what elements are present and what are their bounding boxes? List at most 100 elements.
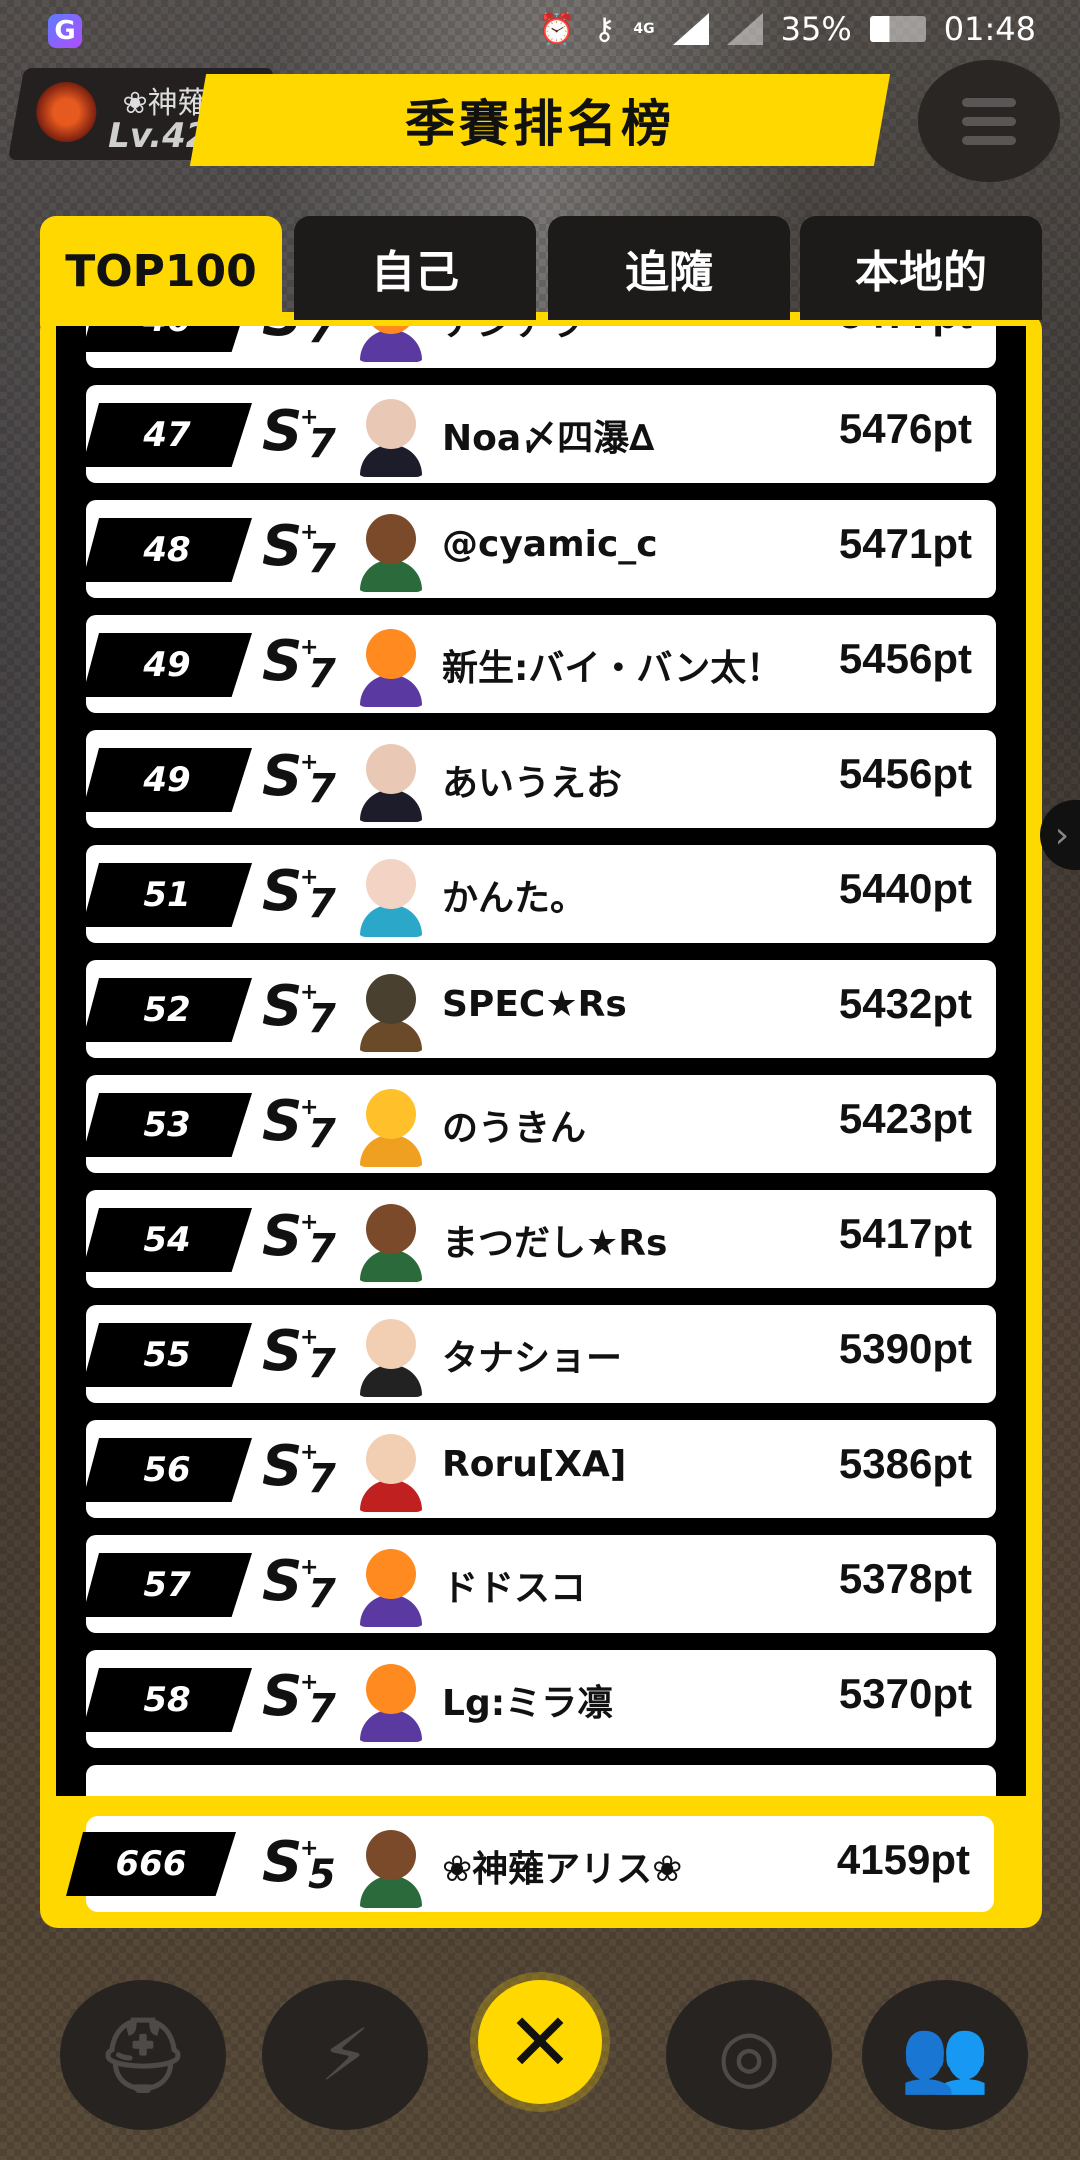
grade-badge: S + 7 <box>262 974 346 1044</box>
ranking-tabs: TOP100 自己 追隨 本地的 <box>40 216 1042 326</box>
menu-icon <box>962 136 1016 145</box>
menu-icon <box>962 98 1016 107</box>
ranking-row[interactable]: 46 S + 7 アンチラ 5477pt <box>82 326 996 368</box>
self-ranking-row[interactable]: 666 S + 5 ❀神薙アリス❀ 4159pt <box>66 1816 994 1912</box>
grade-number: 7 <box>308 881 336 927</box>
ranking-row[interactable]: 58 S + 7 Lg:ミラ凛 5370pt <box>82 1650 996 1748</box>
runner-icon: ⚡ <box>319 2013 371 2097</box>
player-name: かんた。 <box>442 878 587 919</box>
nav-runner-button[interactable]: ⚡ <box>262 1980 428 2130</box>
rank-number: 46 <box>82 326 252 352</box>
grade-badge: S + 7 <box>262 1664 346 1734</box>
grade-letter: S <box>262 629 302 694</box>
ranking-row-partial[interactable] <box>86 1765 996 1796</box>
menu-icon <box>962 117 1016 126</box>
ranking-row[interactable]: 54 S + 7 まつだし★Rs 5417pt <box>82 1190 996 1288</box>
grade-letter: S <box>262 399 302 464</box>
team-icon: 👥 <box>900 2012 990 2097</box>
ranking-row[interactable]: 48 S + 7 @cyamic_c 5471pt <box>82 500 996 598</box>
player-name: ドドスコ <box>442 1568 587 1609</box>
grade-letter: S <box>262 974 302 1039</box>
ranking-list[interactable]: 46 S + 7 アンチラ 5477pt 47 S + 7 Noa〆四瀑∆ 54… <box>56 326 1026 1796</box>
grade-letter: S <box>262 1830 302 1895</box>
grade-badge: S + 7 <box>262 1089 346 1159</box>
grade-number: 7 <box>308 1111 336 1157</box>
grade-number: 7 <box>308 1456 336 1502</box>
key-icon: ⚷ <box>593 11 616 47</box>
rank-number: 666 <box>66 1832 236 1896</box>
grade-number: 7 <box>308 1686 336 1732</box>
player-name: まつだし★Rs <box>442 1223 668 1264</box>
player-name: Roru[XA] <box>442 1444 627 1485</box>
ranking-row[interactable]: 49 S + 7 あいうえお 5456pt <box>82 730 996 828</box>
ranking-row[interactable]: 52 S + 7 SPEC★Rs 5432pt <box>82 960 996 1058</box>
ranking-row[interactable]: 57 S + 7 ドドスコ 5378pt <box>82 1535 996 1633</box>
grade-number: 7 <box>308 1226 336 1272</box>
signal-icon <box>672 13 709 45</box>
close-button[interactable]: ✕ <box>478 1980 602 2104</box>
grade-letter: S <box>262 859 302 924</box>
player-name: あいうえお <box>442 763 623 804</box>
ranking-row[interactable]: 51 S + 7 かんた。 5440pt <box>82 845 996 943</box>
rank-number: 49 <box>82 748 252 812</box>
grade-badge: S + 7 <box>262 629 346 699</box>
avatar <box>356 326 426 362</box>
grade-badge: S + 7 <box>262 1549 346 1619</box>
grade-letter: S <box>262 1549 302 1614</box>
avatar <box>356 1428 426 1512</box>
grade-letter: S <box>262 1319 302 1384</box>
network-type: 4G <box>633 21 655 37</box>
grade-badge: S + 7 <box>262 1204 346 1274</box>
grade-badge: S + 7 <box>262 859 346 929</box>
grade-number: 7 <box>308 766 336 812</box>
ranking-row[interactable]: 56 S + 7 Roru[XA] 5386pt <box>82 1420 996 1518</box>
rank-number: 57 <box>82 1553 252 1617</box>
nav-weapon-button[interactable]: ◎ <box>666 1980 832 2130</box>
menu-button[interactable] <box>918 60 1060 182</box>
player-name: タナショー <box>442 1338 623 1379</box>
ranking-row[interactable]: 55 S + 7 タナショー 5390pt <box>82 1305 996 1403</box>
avatar <box>356 738 426 822</box>
close-icon: ✕ <box>506 1995 574 2089</box>
player-score: 5440pt <box>838 865 972 912</box>
nav-helmet-button[interactable]: ⛑ <box>60 1980 226 2130</box>
player-name: @cyamic_c <box>442 524 658 565</box>
battery-icon <box>869 16 926 42</box>
page-title: 季賽排名榜 <box>405 95 675 153</box>
player-score: 5378pt <box>838 1555 972 1602</box>
signal-secondary-icon <box>726 13 763 45</box>
player-name: 新生:バイ・バン太！ <box>442 648 783 689</box>
player-score: 5417pt <box>838 1210 972 1257</box>
tab-top100[interactable]: TOP100 <box>40 216 282 326</box>
player-score: 5390pt <box>838 1325 972 1372</box>
ranking-row[interactable]: 53 S + 7 のうきん 5423pt <box>82 1075 996 1173</box>
helmet-icon: ⛑ <box>97 2012 189 2097</box>
avatar <box>356 853 426 937</box>
grade-badge: S + 7 <box>262 399 346 469</box>
battery-percent: 35% <box>780 10 852 48</box>
alarm-icon: ⏰ <box>538 11 576 47</box>
grade-letter: S <box>262 744 302 809</box>
player-score: 5456pt <box>838 750 972 797</box>
rank-number: 58 <box>82 1668 252 1732</box>
grade-number: 5 <box>308 1852 336 1898</box>
weapon-icon: ◎ <box>717 2013 781 2097</box>
ranking-row[interactable]: 47 S + 7 Noa〆四瀑∆ 5476pt <box>82 385 996 483</box>
avatar <box>356 1198 426 1282</box>
tab-following[interactable]: 追隨 <box>548 216 790 320</box>
grade-number: 7 <box>308 326 336 352</box>
rank-number: 55 <box>82 1323 252 1387</box>
grade-badge: S + 7 <box>262 1319 346 1389</box>
tab-self[interactable]: 自己 <box>294 216 536 320</box>
grade-badge: S + 5 <box>262 1830 346 1900</box>
grade-letter: S <box>262 326 302 349</box>
rank-number: 54 <box>82 1208 252 1272</box>
avatar <box>356 623 426 707</box>
avatar <box>356 1824 426 1908</box>
tab-local[interactable]: 本地的 <box>800 216 1042 320</box>
nav-team-button[interactable]: 👥 <box>862 1980 1028 2130</box>
grade-number: 7 <box>308 651 336 697</box>
status-bar: G ⏰ ⚷ 4G 35% 01:48 <box>0 0 1080 64</box>
grade-number: 7 <box>308 1341 336 1387</box>
ranking-row[interactable]: 49 S + 7 新生:バイ・バン太！ 5456pt <box>82 615 996 713</box>
